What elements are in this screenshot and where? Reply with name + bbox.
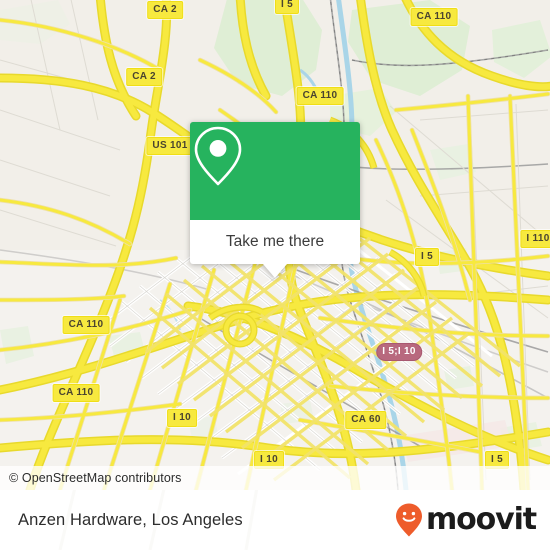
- moovit-logo[interactable]: moovit: [394, 502, 537, 538]
- highway-shield: CA 2: [126, 68, 162, 86]
- footer-bar: Anzen Hardware, Los Angeles moovit: [0, 490, 550, 550]
- moovit-wordmark: moovit: [425, 502, 537, 537]
- moovit-smiley-pin-icon: [395, 503, 422, 537]
- take-me-there-button[interactable]: Take me there: [190, 220, 360, 264]
- highway-shield: CA 110: [296, 87, 344, 105]
- popup-header: [190, 122, 360, 220]
- attribution-text: © OpenStreetMap contributors: [9, 471, 182, 485]
- highway-shield: US 101: [146, 137, 194, 155]
- place-name-label: Anzen Hardware, Los Angeles: [18, 510, 243, 529]
- highway-shield: CA 110: [62, 316, 110, 334]
- location-popup[interactable]: Take me there: [190, 122, 360, 278]
- map-canvas[interactable]: CA 2 I 5 CA 110 CA 2 CA 110 US 101 I 110 I 5 CA …: [0, 0, 550, 490]
- highway-shield: CA 2: [147, 1, 183, 19]
- popup-pointer-tail: [263, 264, 287, 278]
- highway-shield: CA 60: [345, 411, 387, 429]
- highway-shield: I 110: [520, 230, 550, 248]
- map-attribution-bar[interactable]: © OpenStreetMap contributors: [0, 466, 550, 490]
- highway-shield: I 10: [167, 409, 197, 427]
- highway-shield: CA 110: [410, 8, 458, 26]
- highway-shield: I 5: [274, 0, 300, 14]
- highway-shield: I 5;I 10: [376, 343, 422, 361]
- highway-shield: CA 110: [52, 384, 100, 402]
- highway-shield: I 5: [414, 248, 440, 266]
- map-pin-icon: [194, 126, 242, 186]
- take-me-there-label: Take me there: [225, 233, 325, 250]
- moovit-map-screenshot: CA 2 I 5 CA 110 CA 2 CA 110 US 101 I 110 I 5 CA …: [0, 0, 550, 550]
